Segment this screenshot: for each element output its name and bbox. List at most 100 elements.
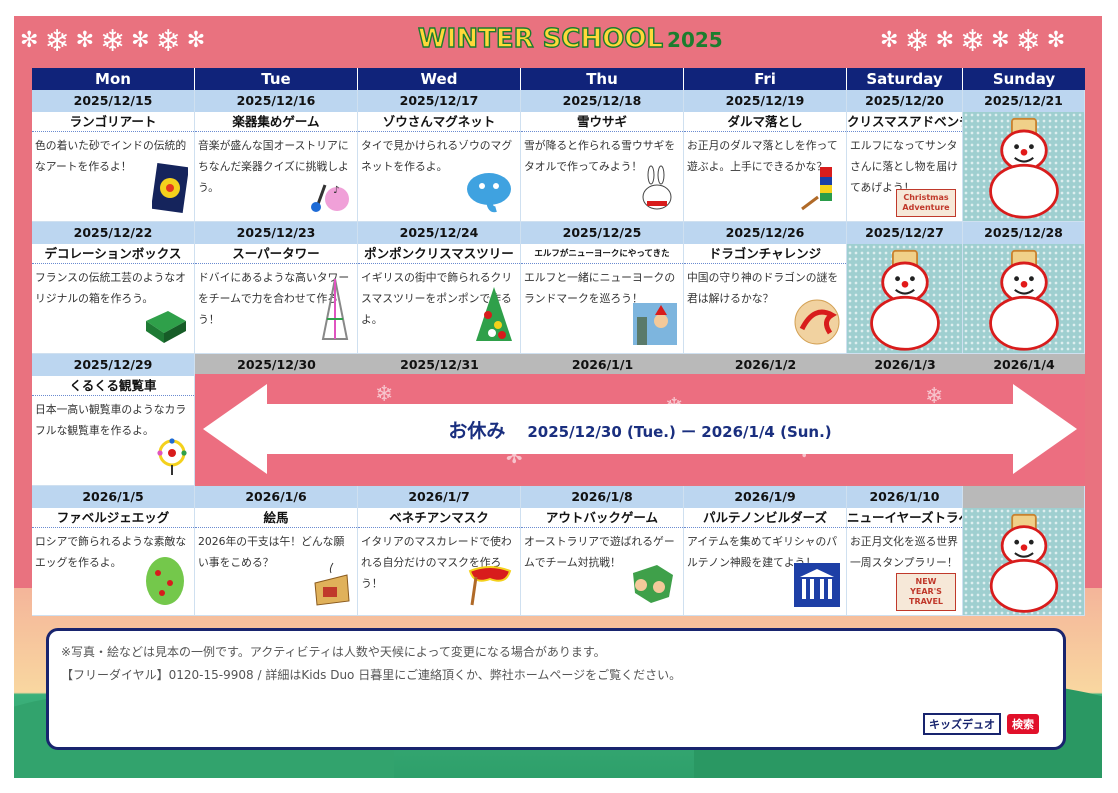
activity-title: ドラゴンチャレンジ bbox=[684, 244, 846, 264]
day-date: 2025/12/28 bbox=[963, 222, 1084, 244]
day-cell: 2025/12/21 bbox=[963, 90, 1085, 222]
day-cell: 2025/12/18 雪ウサギ 雪が降ると作られる雪ウサギをタオルで作ってみよう！ bbox=[521, 90, 684, 222]
day-cell: 2026/1/5 ファベルジェエッグ ロシアで飾られるような素敵なエッグを作るよ。 bbox=[32, 486, 195, 616]
day-cell: 2025/12/24 ポンポンクリスマスツリー イギリスの街中で飾られるクリスマスツ… bbox=[358, 222, 521, 354]
activity-title: ファベルジェエッグ bbox=[32, 508, 194, 528]
day-date: 2025/12/31 bbox=[358, 354, 521, 376]
day-date bbox=[963, 486, 1084, 508]
weekday-header-wed: Wed bbox=[358, 68, 521, 90]
day-cell: 2026/1/10ニューイヤーズトラベルお正月文化を巡る世界一周スタンプラリー！… bbox=[847, 486, 963, 616]
day-date: 2025/12/19 bbox=[684, 90, 846, 112]
search-term: キッズデュオ bbox=[923, 713, 1001, 735]
parthenon-icon bbox=[794, 563, 840, 607]
activity-picture bbox=[142, 553, 188, 611]
day-date: 2025/12/26 bbox=[684, 222, 846, 244]
day-date: 2025/12/16 bbox=[195, 90, 357, 112]
snowflakes-right: ✻❄✻❄✻❄✻ bbox=[880, 24, 1072, 59]
day-cell: 2025/12/27 bbox=[847, 222, 963, 354]
weekday-header-sat: Saturday bbox=[847, 68, 963, 90]
day-cell: 2025/12/25 エルフがニューヨークにやってきた エルフと一緒にニューヨークの… bbox=[521, 222, 684, 354]
snowman-icon bbox=[869, 249, 940, 351]
day-date: 2026/1/1 bbox=[521, 354, 684, 376]
snow-rabbit-icon bbox=[642, 165, 672, 210]
snowman-icon bbox=[989, 513, 1058, 613]
day-date: 2026/1/9 bbox=[684, 486, 846, 508]
day-date: 2026/1/10 bbox=[847, 486, 962, 508]
dragon-challenge-icon bbox=[794, 299, 840, 345]
activity-title: スーパータワー bbox=[195, 244, 357, 264]
day-date: 2025/12/22 bbox=[32, 222, 194, 244]
day-cell: 2026/1/2 bbox=[684, 354, 847, 376]
day-cell: 2025/12/23 スーパータワー ドバイにあるような高いタワーをチームで力を合わ… bbox=[195, 222, 358, 354]
note-line-1: ※写真・絵などは見本の一例です。アクティビティは人数や天候によって変更になる場合… bbox=[61, 645, 606, 659]
day-cell: 2025/12/16 楽器集めゲーム 音楽が盛んな国オーストリアにちなんだ楽器クイズ… bbox=[195, 90, 358, 222]
activity-title: ポンポンクリスマスツリー bbox=[358, 244, 520, 264]
activity-title: ダルマ落とし bbox=[684, 112, 846, 132]
holiday-band: ❄ ✻ ❄ ✻ ❄ ✻ お休み2025/12/30 (Tue.) ー 2026/… bbox=[195, 374, 1085, 484]
weekday-header-thu: Thu bbox=[521, 68, 684, 90]
day-cell bbox=[963, 486, 1085, 616]
activity-picture: ♪ bbox=[307, 177, 351, 217]
day-cell: 2025/12/17 ゾウさんマグネット タイで見かけられるゾウのマグネットを作るよ… bbox=[358, 90, 521, 222]
activity-title: 楽器集めゲーム bbox=[195, 112, 357, 132]
pompom-tree-icon bbox=[476, 287, 512, 341]
weekday-header-sun: Sunday bbox=[963, 68, 1085, 90]
activity-title: パルテノンビルダーズ bbox=[684, 508, 846, 528]
weekday-header-tue: Tue bbox=[195, 68, 358, 90]
instruments-icon: ♪ bbox=[311, 184, 349, 212]
day-date: 2025/12/21 bbox=[963, 90, 1084, 112]
day-cell: 2025/12/20クリスマスアドベンチャーエルフになってサンタさんに落とし物を… bbox=[847, 90, 963, 222]
decoration-box-icon bbox=[146, 311, 186, 343]
day-cell: 2026/1/4 bbox=[963, 354, 1085, 376]
notes-box: ※写真・絵などは見本の一例です。アクティビティは人数や天候によって変更になる場合… bbox=[46, 628, 1066, 750]
day-cell: 2026/1/6 絵馬 2026年の干支は午！どんな願い事をこめる？ bbox=[195, 486, 358, 616]
activity-description: 日本一高い観覧車のようなカラフルな観覧車を作るよ。 bbox=[35, 403, 187, 437]
activity-picture bbox=[800, 165, 840, 217]
activity-title: ランゴリアート bbox=[32, 112, 194, 132]
snowman-icon bbox=[988, 249, 1059, 351]
day-cell: 2025/12/22 デコレーションボックス フランスの伝統工芸のようなオリジナルの… bbox=[32, 222, 195, 354]
holiday-notice: お休み 2025/12/30 (Tue.) ー 2026/1/4 (Sun.) bbox=[195, 416, 1085, 443]
activity-title: デコレーションボックス bbox=[32, 244, 194, 264]
holiday-range: 2025/12/30 (Tue.) ー 2026/1/4 (Sun.) bbox=[527, 423, 832, 441]
weekday-header-mon: Mon bbox=[32, 68, 195, 90]
day-cell: 2026/1/7 ベネチアンマスク イタリアのマスカレードで使われる自分だけのマスク… bbox=[358, 486, 521, 616]
activity-picture bbox=[637, 165, 677, 217]
activity-title: クリスマスアドベンチャー bbox=[847, 112, 962, 132]
snowflakes-left: ✻❄✻❄✻❄✻ bbox=[20, 24, 212, 59]
venetian-mask-icon bbox=[468, 566, 512, 606]
activity-picture bbox=[311, 561, 351, 611]
title-main: WINTER SCHOOL bbox=[417, 23, 664, 54]
svg-text:♪: ♪ bbox=[333, 185, 339, 196]
day-cell: 2026/1/1 bbox=[521, 354, 684, 376]
activity-title: 絵馬 bbox=[195, 508, 357, 528]
activity-picture: Christmas Adventure bbox=[896, 189, 956, 217]
new-york-elf-icon bbox=[633, 303, 677, 345]
day-date: 2026/1/7 bbox=[358, 486, 520, 508]
day-cell: 2026/1/9 パルテノンビルダーズ アイテムを集めてギリシャのパルテノン神殿を建… bbox=[684, 486, 847, 616]
activity-picture bbox=[794, 299, 840, 349]
activity-title: くるくる観覧車 bbox=[32, 376, 194, 396]
day-cell: 2025/12/15 ランゴリアート 色の着いた砂でインドの伝統的なアートを作るよ！ bbox=[32, 90, 195, 222]
activity-picture bbox=[633, 303, 677, 349]
activity-title: エルフがニューヨークにやってきた bbox=[521, 244, 683, 264]
day-cell: 2025/12/26 ドラゴンチャレンジ 中国の守り神のドラゴンの謎を君は解けるかな… bbox=[684, 222, 847, 354]
ema-icon bbox=[314, 562, 350, 606]
day-date: 2026/1/4 bbox=[963, 354, 1085, 376]
day-date: 2026/1/6 bbox=[195, 486, 357, 508]
day-cell: 2025/12/28 bbox=[963, 222, 1085, 354]
activity-title: ゾウさんマグネット bbox=[358, 112, 520, 132]
day-date: 2025/12/20 bbox=[847, 90, 962, 112]
activity-description: お正月文化を巡る世界一周スタンプラリー！ bbox=[850, 535, 958, 569]
day-date: 2026/1/2 bbox=[684, 354, 847, 376]
activity-picture: NEW YEAR'S TRAVEL bbox=[896, 573, 956, 611]
holiday-label: お休み bbox=[448, 420, 506, 442]
activity-picture bbox=[464, 169, 514, 217]
day-cell: 2025/12/30 bbox=[195, 354, 358, 376]
activity-picture bbox=[150, 162, 190, 217]
rangoli-art-icon bbox=[150, 162, 190, 214]
daruma-otoshi-icon bbox=[801, 167, 832, 211]
day-cell: 2026/1/3 bbox=[847, 354, 963, 376]
activity-title: 雪ウサギ bbox=[521, 112, 683, 132]
search-button[interactable]: 検索 bbox=[1007, 714, 1039, 734]
